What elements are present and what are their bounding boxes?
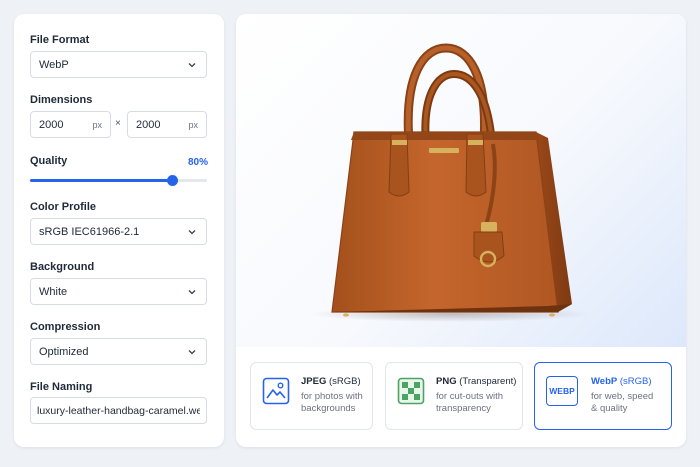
width-value: 2000	[39, 118, 64, 131]
quality-value: 80%	[187, 157, 208, 168]
format-title: PNG (Transparent)	[436, 376, 517, 387]
export-settings-panel: File Format WebP Dimensions 2000 px × 20…	[14, 14, 224, 447]
quality-label: Quality	[30, 155, 68, 167]
format-description: for photos with backgrounds	[301, 391, 363, 414]
format-title: JPEG (sRGB)	[301, 376, 361, 387]
dimension-separator: ×	[115, 118, 121, 129]
width-unit: px	[92, 119, 102, 130]
format-title: WebP (sRGB)	[591, 376, 652, 387]
height-input[interactable]: 2000 px	[127, 111, 207, 138]
quality-slider-thumb[interactable]	[166, 175, 178, 186]
height-unit: px	[188, 119, 198, 130]
format-description: for web, speed & quality	[591, 391, 654, 414]
file-format-select[interactable]: WebP	[30, 51, 207, 78]
color-profile-label: Color Profile	[30, 201, 97, 213]
webp-badge-icon: WEBP	[546, 376, 578, 406]
background-value: White	[39, 285, 68, 298]
quality-slider[interactable]	[30, 175, 207, 186]
height-value: 2000	[136, 118, 161, 131]
chevron-down-icon	[188, 62, 196, 67]
format-card-webp[interactable]: WEBP WebP (sRGB) for web, speed & qualit…	[534, 362, 672, 430]
file-format-value: WebP	[39, 58, 69, 71]
quality-slider-fill	[30, 179, 172, 182]
compression-label: Compression	[30, 321, 101, 333]
preview-panel: JPEG (sRGB) for photos with backgrounds …	[236, 14, 686, 447]
product-photo	[236, 14, 686, 347]
dimensions-label: Dimensions	[30, 94, 93, 106]
image-icon	[262, 377, 290, 405]
file-format-label: File Format	[30, 34, 90, 46]
compression-select[interactable]: Optimized	[30, 338, 207, 365]
width-input[interactable]: 2000 px	[30, 111, 111, 138]
checker-icon	[397, 377, 425, 405]
file-naming-label: File Naming	[30, 381, 93, 393]
file-naming-value: luxury-leather-handbag-caramel.webp	[37, 404, 200, 417]
chevron-down-icon	[188, 349, 196, 354]
color-profile-value: sRGB IEC61966-2.1	[39, 225, 140, 238]
chevron-down-icon	[188, 289, 196, 294]
compression-value: Optimized	[39, 345, 89, 358]
gold-plate	[429, 148, 459, 153]
background-label: Background	[30, 261, 95, 273]
handbag-image	[311, 43, 591, 322]
background-select[interactable]: White	[30, 278, 207, 305]
format-description: for cut-outs with transparency	[436, 391, 504, 414]
file-naming-input[interactable]: luxury-leather-handbag-caramel.webp	[30, 397, 207, 424]
format-card-png[interactable]: PNG (Transparent) for cut-outs with tran…	[385, 362, 523, 430]
chevron-down-icon	[188, 229, 196, 234]
format-card-jpeg[interactable]: JPEG (sRGB) for photos with backgrounds	[250, 362, 373, 430]
color-profile-select[interactable]: sRGB IEC61966-2.1	[30, 218, 207, 245]
